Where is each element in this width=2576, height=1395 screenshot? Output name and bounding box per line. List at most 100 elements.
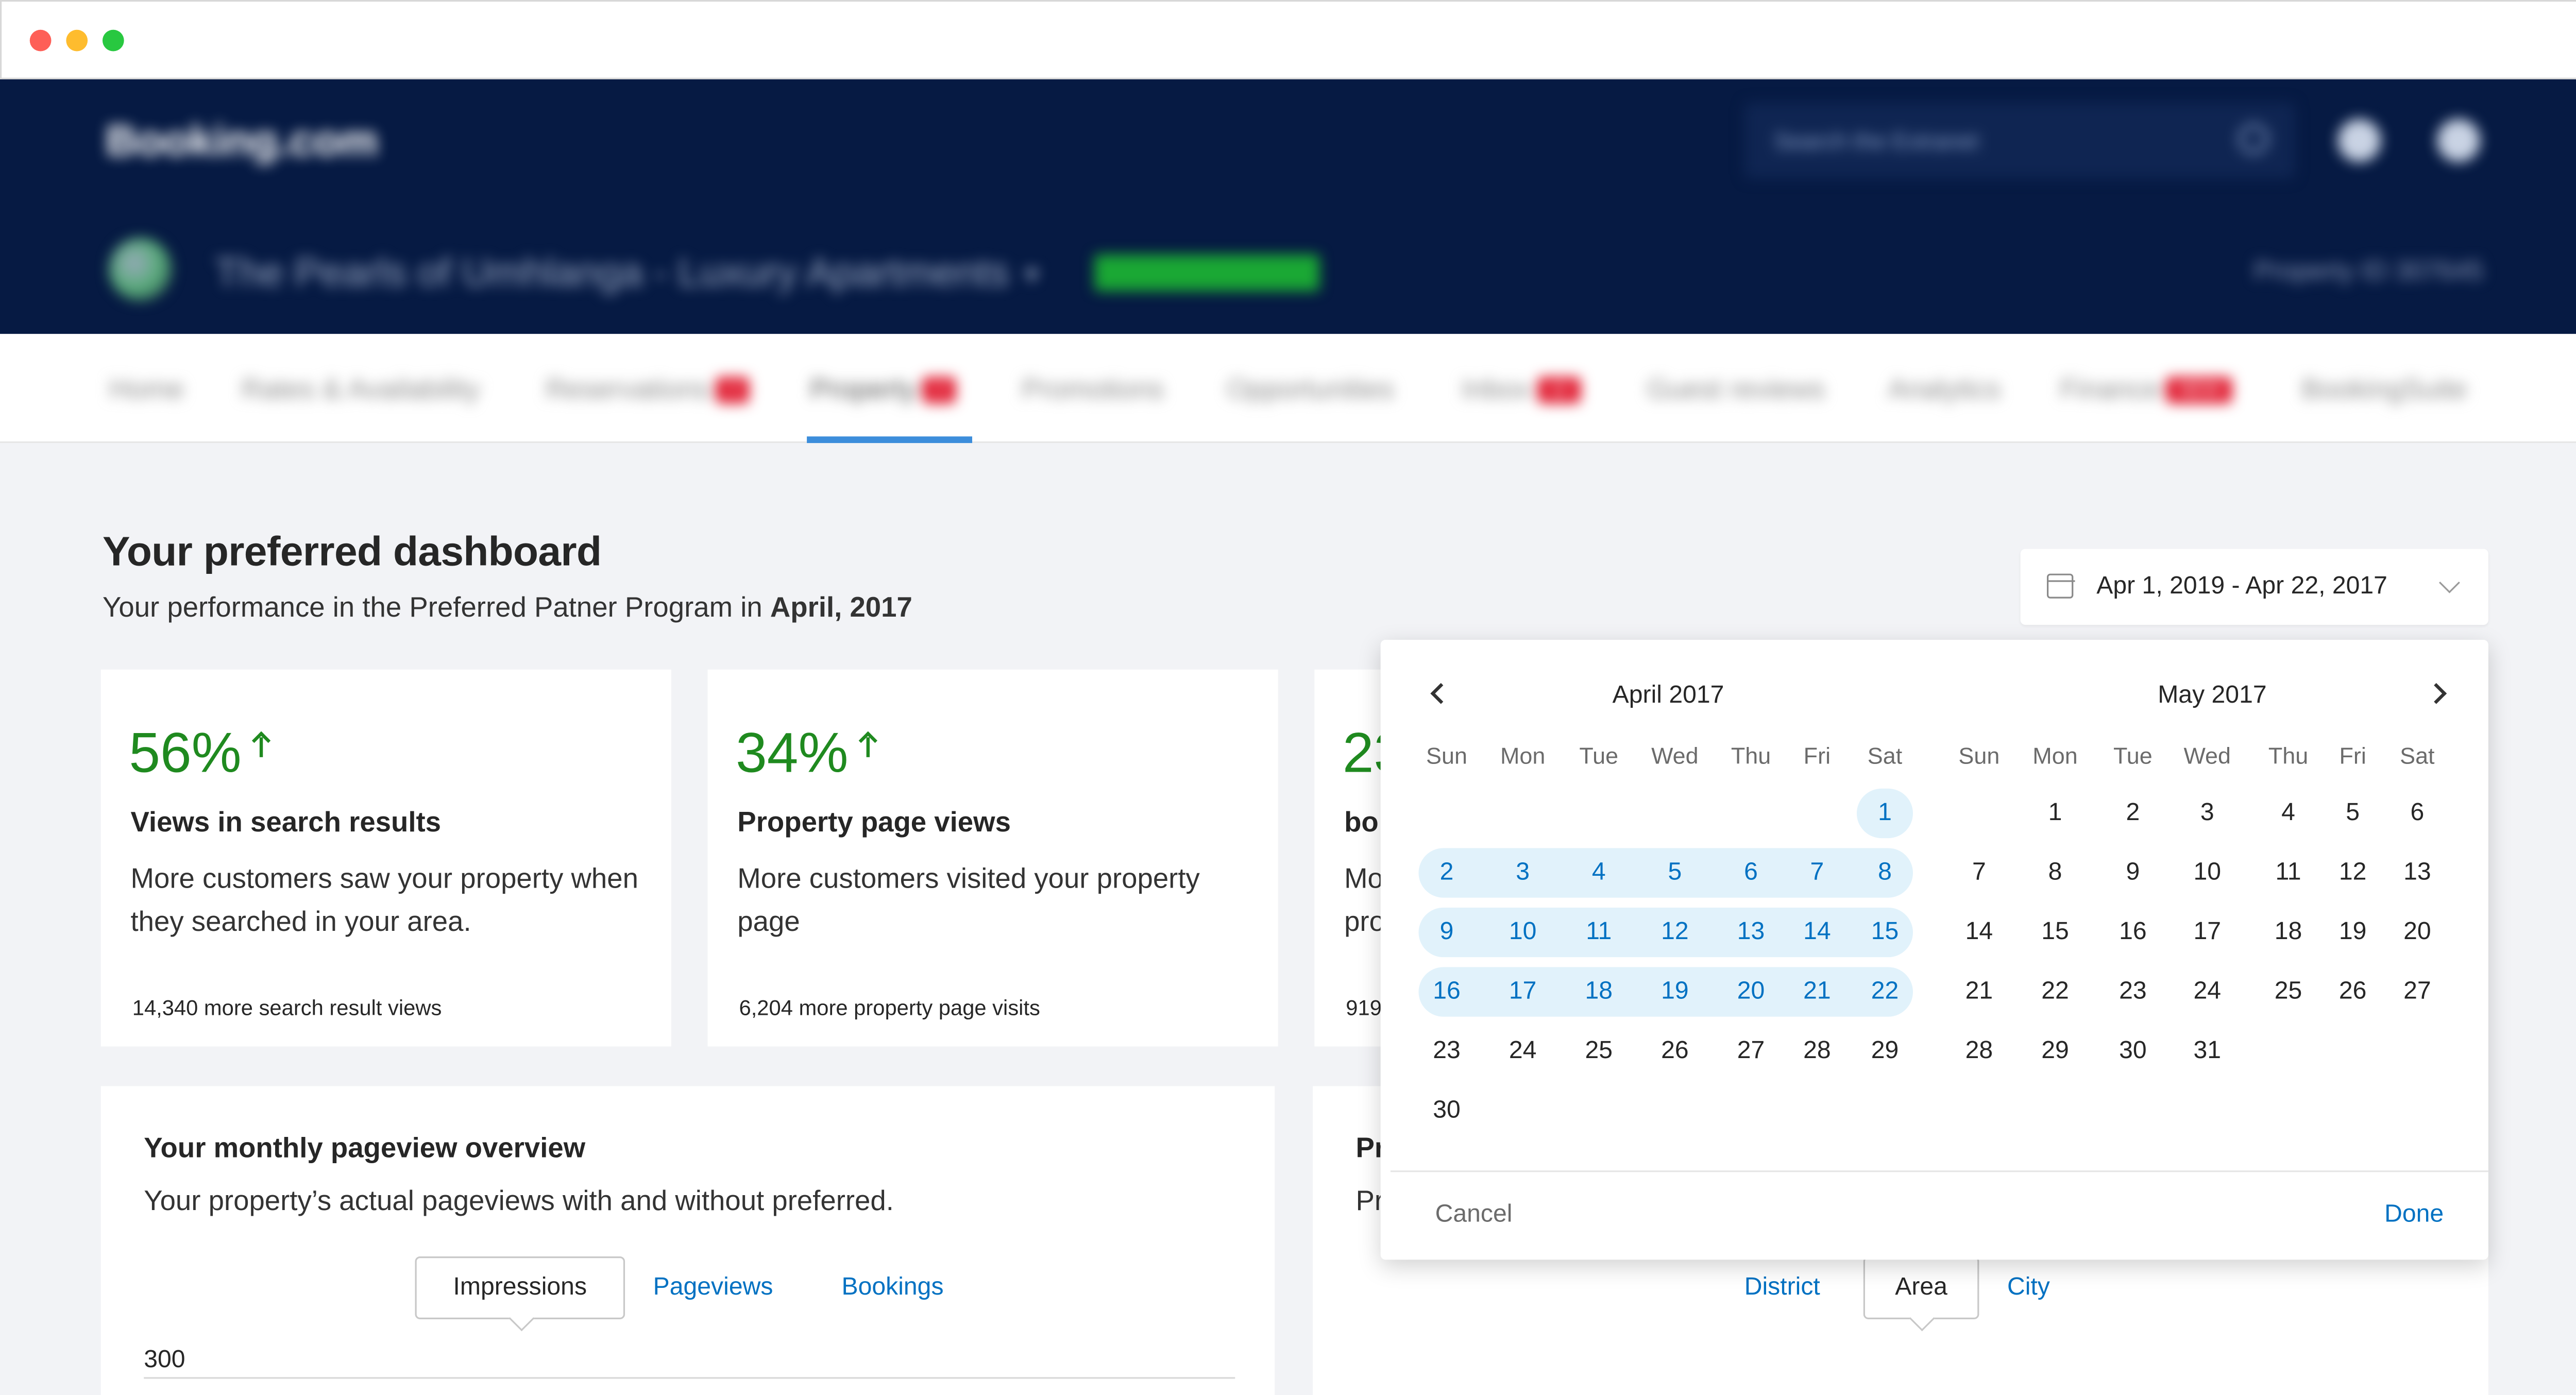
calendar-day[interactable]: 27 <box>2384 967 2450 1016</box>
nav-item-rates[interactable]: Rates & Availability <box>242 373 480 406</box>
calendar-day[interactable]: 9 <box>1414 908 1480 957</box>
maximize-window-button[interactable] <box>102 29 124 52</box>
cancel-button[interactable]: Cancel <box>1435 1200 1513 1229</box>
calendar-day[interactable]: 5 <box>2320 789 2386 838</box>
calendar-day[interactable]: 30 <box>2100 1027 2166 1076</box>
calendar-day[interactable]: 17 <box>2174 908 2240 957</box>
chevron-down-icon[interactable]: ▾ <box>1025 258 1039 291</box>
card-description: More customers visited your property pag… <box>737 863 1200 938</box>
calendar-day[interactable]: 20 <box>1718 967 1784 1016</box>
nav-item-inbox[interactable]: Inbox 12 <box>1462 373 1581 406</box>
nav-item-property[interactable]: Property 2 <box>810 373 957 406</box>
calendar-day[interactable]: 5 <box>1642 848 1708 897</box>
nav-item-finance[interactable]: Finance NEW <box>2060 373 2232 406</box>
calendar-day[interactable]: 20 <box>2384 908 2450 957</box>
nav-item-home[interactable]: Home <box>109 373 184 406</box>
calendar-day[interactable]: 19 <box>2320 908 2386 957</box>
nav-item-reservations[interactable]: Reservations 2 <box>546 373 750 406</box>
calendar-day[interactable]: 22 <box>1852 967 1918 1016</box>
account-icon[interactable] <box>2437 119 2480 162</box>
calendar-day[interactable]: 6 <box>1718 848 1784 897</box>
calendar-day[interactable]: 12 <box>2320 848 2386 897</box>
calendar-day[interactable]: 15 <box>1852 908 1918 957</box>
chevron-left-icon[interactable] <box>1430 683 1452 704</box>
calendar-day[interactable]: 9 <box>2100 848 2166 897</box>
brand-logo[interactable]: Booking.com <box>106 116 378 167</box>
calendar-day[interactable]: 19 <box>1642 967 1708 1016</box>
minimize-window-button[interactable] <box>66 29 88 52</box>
chevron-right-icon[interactable] <box>2426 683 2447 704</box>
calendar-day[interactable]: 30 <box>1414 1086 1480 1135</box>
nav-item-opportunities[interactable]: Opportunities <box>1227 373 1394 406</box>
tab-district[interactable]: District <box>1744 1273 1820 1301</box>
calendar-day[interactable]: 29 <box>1852 1027 1918 1076</box>
extranet-search-input[interactable]: Search the Extranet <box>1744 102 2295 179</box>
divider <box>1390 1170 2488 1172</box>
tab-city[interactable]: City <box>2007 1273 2050 1301</box>
calendar-day[interactable]: 2 <box>1414 848 1480 897</box>
calendar-day[interactable]: 15 <box>2022 908 2088 957</box>
calendar-day[interactable]: 24 <box>2174 967 2240 1016</box>
nav-item-promotions[interactable]: Promotions <box>1022 373 1164 406</box>
calendar-day[interactable]: 1 <box>2022 789 2088 838</box>
nav-item-analytics[interactable]: Analytics <box>1888 373 2001 406</box>
calendar-day[interactable]: 25 <box>2255 967 2321 1016</box>
calendar-day[interactable]: 21 <box>1946 967 2012 1016</box>
calendar-day[interactable]: 13 <box>2384 848 2450 897</box>
calendar-day[interactable]: 22 <box>2022 967 2088 1016</box>
tab-impressions[interactable]: Impressions <box>415 1256 625 1319</box>
calendar-day[interactable]: 3 <box>1489 848 1555 897</box>
calendar-day[interactable]: 11 <box>2255 848 2321 897</box>
property-name[interactable]: The Pearls of Umhlanga - Luxury Apartmen… <box>215 251 1009 298</box>
calendar-day[interactable]: 13 <box>1718 908 1784 957</box>
nav-item-guest-reviews[interactable]: Guest reviews <box>1647 373 1825 406</box>
calendar-day[interactable]: 8 <box>2022 848 2088 897</box>
calendar-icon <box>2046 573 2074 599</box>
calendar-day[interactable]: 27 <box>1718 1027 1784 1076</box>
calendar-day[interactable]: 26 <box>1642 1027 1708 1076</box>
calendar-day[interactable]: 11 <box>1566 908 1632 957</box>
calendar-day[interactable]: 14 <box>1784 908 1850 957</box>
calendar-day[interactable]: 7 <box>1784 848 1850 897</box>
help-icon[interactable] <box>2337 119 2381 162</box>
calendar-day[interactable]: 12 <box>1642 908 1708 957</box>
calendar-day[interactable]: 24 <box>1489 1027 1555 1076</box>
calendar-day[interactable]: 6 <box>2384 789 2450 838</box>
calendar-day[interactable]: 4 <box>2255 789 2321 838</box>
weekday-label: Sat <box>1867 742 1903 769</box>
tab-pageviews[interactable]: Pageviews <box>653 1273 773 1301</box>
calendar-day[interactable]: 31 <box>2174 1027 2240 1076</box>
tab-bookings[interactable]: Bookings <box>841 1273 943 1301</box>
calendar-day[interactable]: 17 <box>1489 967 1555 1016</box>
search-icon[interactable] <box>2239 124 2269 154</box>
card-description: More customers saw your property when th… <box>130 863 638 938</box>
calendar-day[interactable]: 14 <box>1946 908 2012 957</box>
done-button[interactable]: Done <box>2384 1200 2444 1229</box>
card-title: bo <box>1344 807 1379 839</box>
calendar-day[interactable]: 1 <box>1852 789 1918 838</box>
nav-item-bookingsuite[interactable]: BookingSuite <box>2301 373 2467 406</box>
status-badge <box>1094 254 1319 291</box>
calendar-day[interactable]: 10 <box>2174 848 2240 897</box>
calendar-day[interactable]: 21 <box>1784 967 1850 1016</box>
calendar-day[interactable]: 16 <box>2100 908 2166 957</box>
calendar-day[interactable]: 29 <box>2022 1027 2088 1076</box>
calendar-day[interactable]: 3 <box>2174 789 2240 838</box>
calendar-day[interactable]: 18 <box>1566 967 1632 1016</box>
calendar-day[interactable]: 4 <box>1566 848 1632 897</box>
calendar-day[interactable]: 10 <box>1489 908 1555 957</box>
tab-area[interactable]: Area <box>1863 1256 1979 1319</box>
calendar-day[interactable]: 16 <box>1414 967 1480 1016</box>
calendar-day[interactable]: 2 <box>2100 789 2166 838</box>
calendar-day[interactable]: 28 <box>1946 1027 2012 1076</box>
calendar-day[interactable]: 23 <box>1414 1027 1480 1076</box>
calendar-day[interactable]: 8 <box>1852 848 1918 897</box>
close-window-button[interactable] <box>29 29 52 52</box>
calendar-day[interactable]: 23 <box>2100 967 2166 1016</box>
date-range-picker[interactable]: Apr 1, 2019 - Apr 22, 2017 <box>2020 549 2488 625</box>
calendar-day[interactable]: 18 <box>2255 908 2321 957</box>
calendar-day[interactable]: 7 <box>1946 848 2012 897</box>
calendar-day[interactable]: 28 <box>1784 1027 1850 1076</box>
calendar-day[interactable]: 26 <box>2320 967 2386 1016</box>
calendar-day[interactable]: 25 <box>1566 1027 1632 1076</box>
